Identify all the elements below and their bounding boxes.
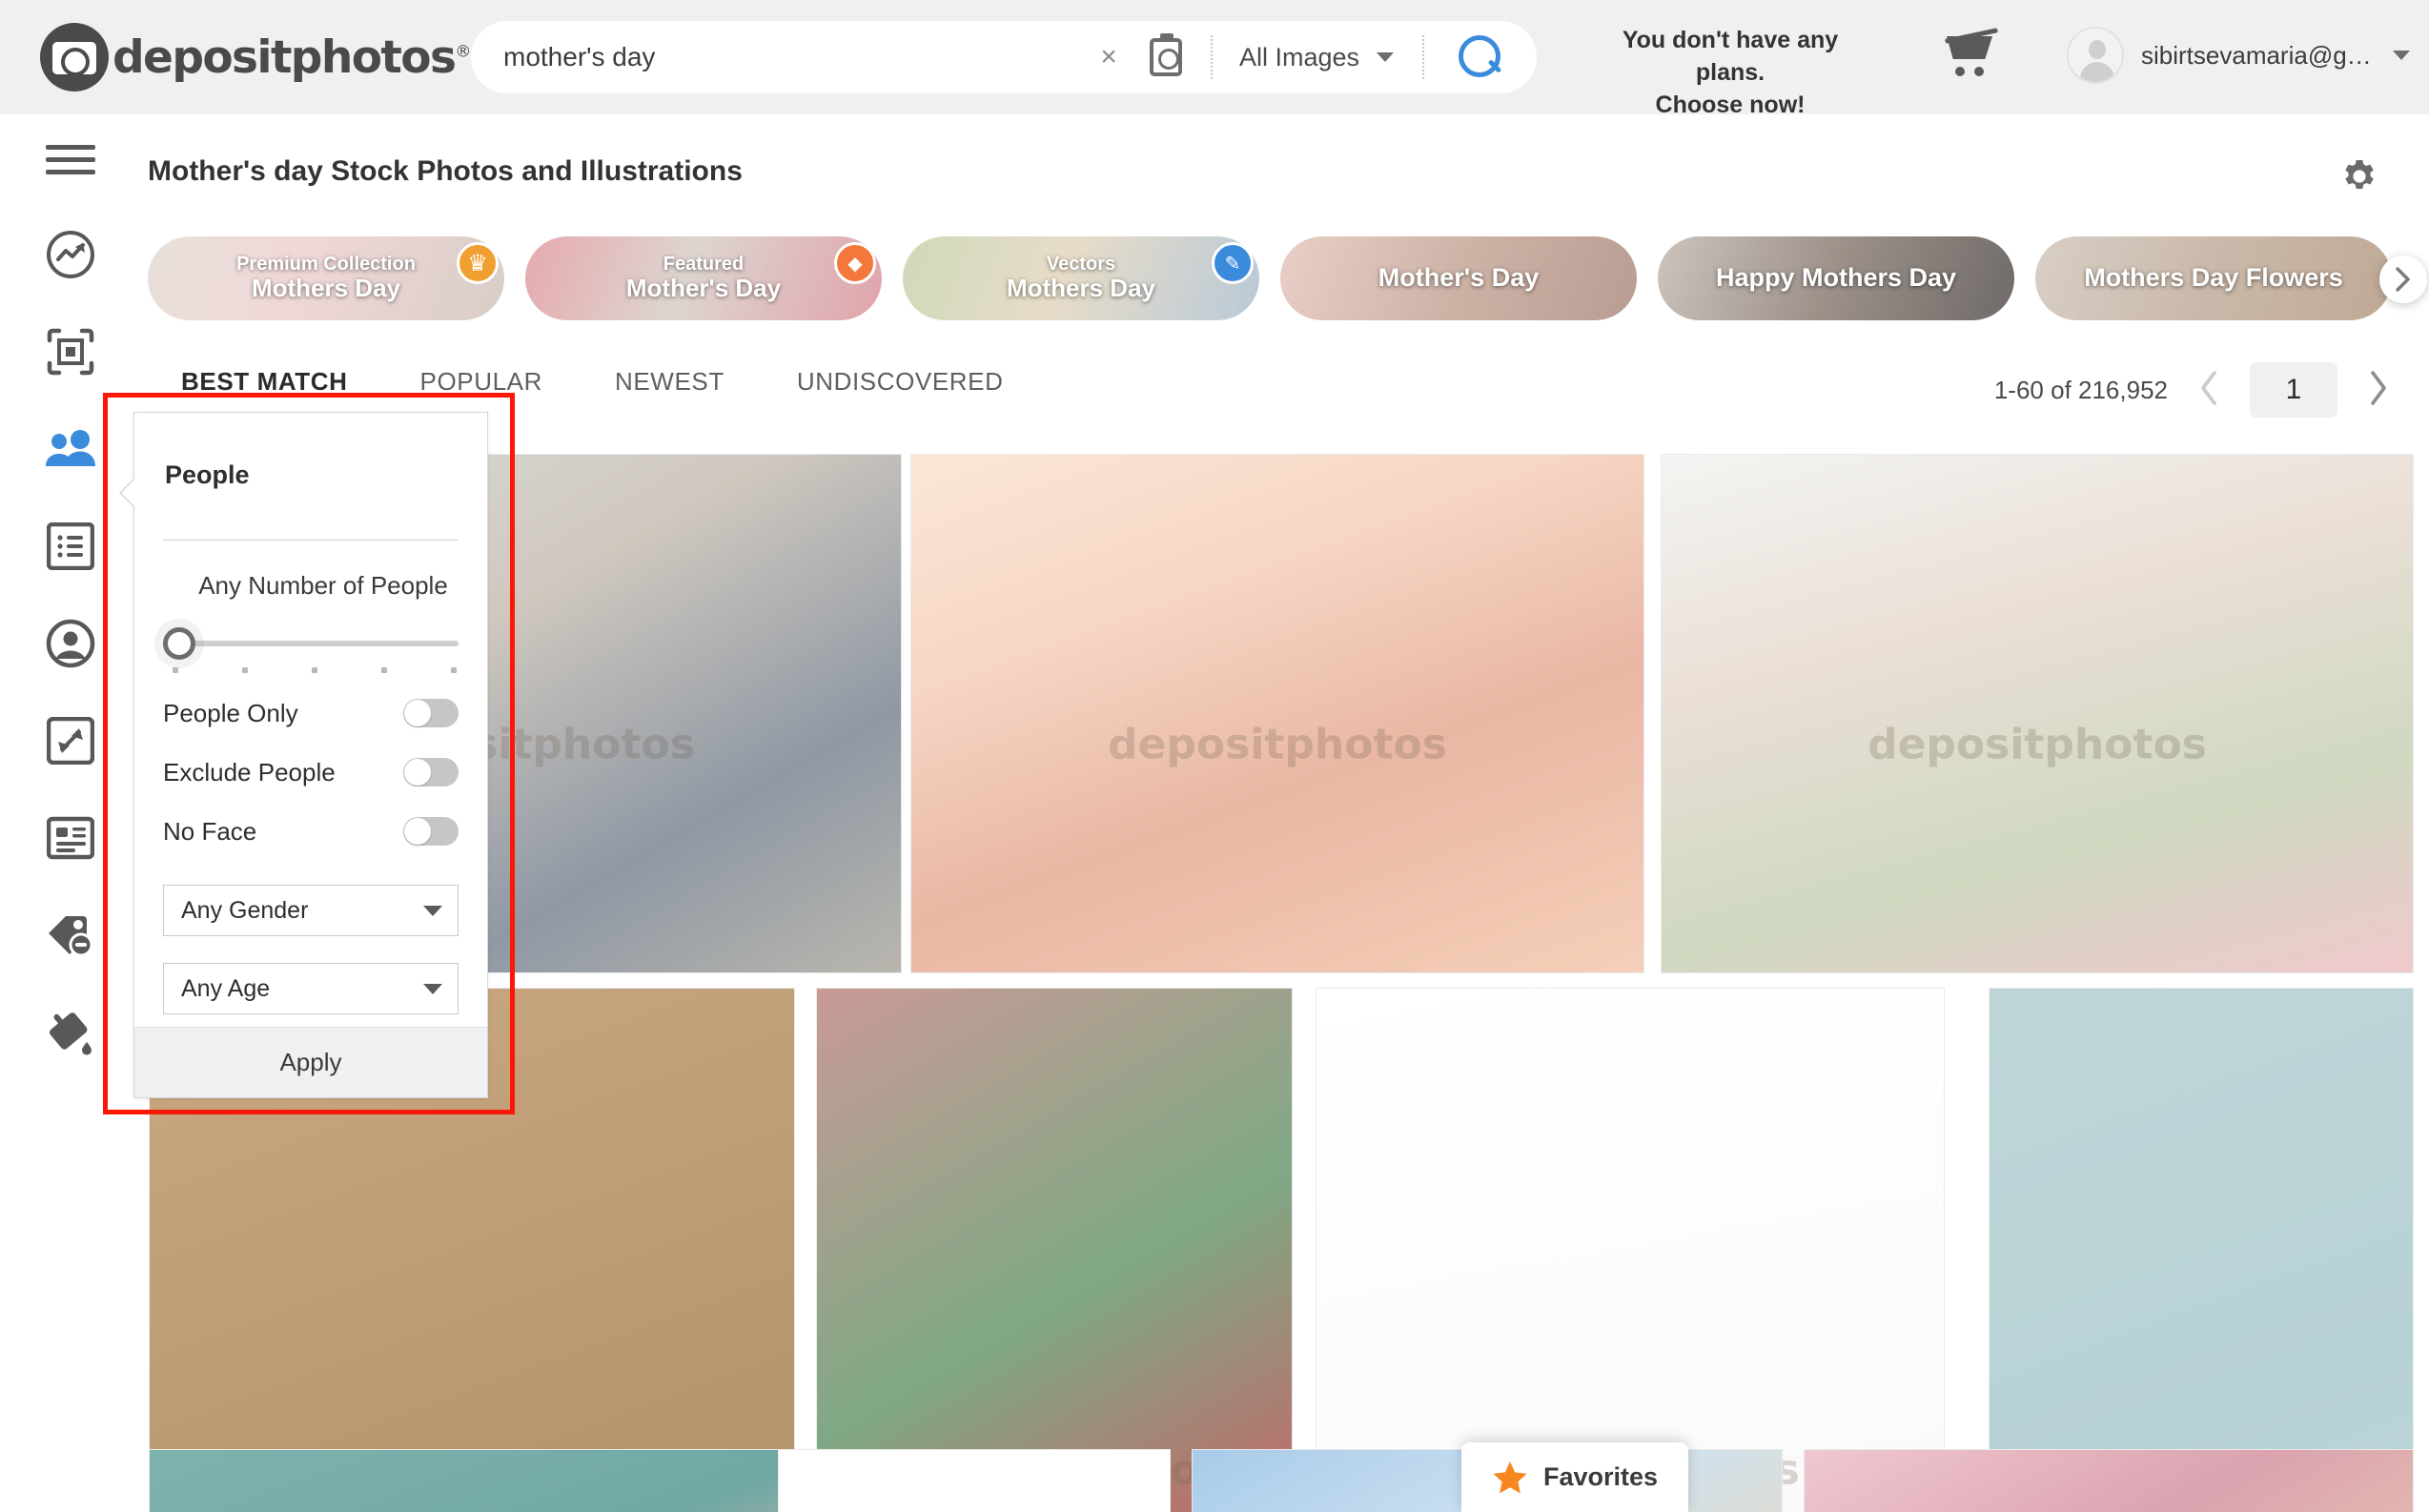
toggle-label: Exclude People	[163, 757, 336, 787]
no-face-toggle[interactable]	[403, 817, 459, 846]
search-bar: × All Images	[471, 21, 1537, 93]
cart-icon[interactable]	[1945, 28, 2002, 78]
panel-title: People	[165, 460, 250, 489]
chevron-down-icon	[1377, 52, 1394, 62]
clear-search-icon[interactable]: ×	[1100, 41, 1117, 73]
gender-select-value: Any Gender	[181, 896, 309, 924]
slider-handle[interactable]	[163, 627, 195, 660]
page-title: Mother's day Stock Photos and Illustrati…	[148, 155, 743, 187]
watermark: depositphotos	[1108, 720, 1447, 769]
gear-icon[interactable]	[2340, 157, 2378, 200]
watermark: depositphotos	[1868, 720, 2207, 769]
divider	[163, 540, 459, 541]
search-input[interactable]	[503, 42, 1037, 72]
sidebar-item-composition[interactable]	[0, 303, 141, 400]
registered-mark: ®	[455, 41, 471, 61]
result-thumbnail[interactable]	[778, 1449, 1171, 1512]
toggle-label: No Face	[163, 816, 257, 846]
prev-page-button[interactable]	[2193, 369, 2225, 412]
brand-logo[interactable]: depositphotos®	[40, 23, 471, 92]
camera-search-icon[interactable]	[1149, 33, 1182, 76]
collection-chip[interactable]: Featured Mother's Day ◆	[525, 236, 882, 320]
toggle-row-exclude-people: Exclude People	[163, 738, 459, 797]
diamond-icon: ◆	[834, 242, 876, 284]
result-thumbnail[interactable]: depositphotos	[816, 988, 1293, 1512]
crown-icon: ♛	[457, 242, 499, 284]
divider	[1210, 35, 1213, 79]
chip-subtitle: Featured	[663, 253, 745, 275]
sort-tabs: BEST MATCH POPULAR NEWEST UNDISCOVERED	[181, 367, 1004, 397]
chip-subtitle: Vectors	[1046, 253, 1116, 275]
plans-promo[interactable]: You don't have any plans. Choose now!	[1587, 25, 1873, 121]
results-count: 1-60 of 216,952	[1993, 375, 2168, 404]
pen-icon: ✎	[1212, 242, 1254, 284]
people-count-label: Any Number of People	[198, 571, 448, 600]
plans-line-2: Choose now!	[1655, 91, 1806, 118]
avatar	[2067, 27, 2124, 84]
chip-title: Mothers Day Flowers	[2084, 263, 2343, 293]
plans-line-1: You don't have any plans.	[1622, 27, 1839, 86]
search-button[interactable]	[1459, 35, 1502, 79]
chips-next-button[interactable]	[2379, 255, 2427, 303]
collection-chip[interactable]: Happy Mothers Day	[1658, 236, 2014, 320]
tab-undiscovered[interactable]: UNDISCOVERED	[797, 367, 1004, 397]
brand-name: depositphotos®	[112, 31, 471, 84]
slider-track	[171, 641, 459, 646]
chevron-down-icon	[423, 983, 442, 994]
collection-chip[interactable]: Mother's Day	[1280, 236, 1637, 320]
tab-newest[interactable]: NEWEST	[615, 367, 725, 397]
people-filter-panel: People Any Number of People People Only …	[119, 412, 488, 1098]
chip-title: Mother's Day	[1378, 263, 1540, 293]
chevron-down-icon	[423, 905, 442, 916]
toggle-row-people-only: People Only	[163, 679, 459, 738]
collection-chip[interactable]: Vectors Mothers Day ✎	[903, 236, 1259, 320]
favorites-label: Favorites	[1542, 1462, 1659, 1491]
current-page[interactable]: 1	[2250, 362, 2337, 418]
people-count-slider[interactable]	[163, 627, 459, 679]
collection-chip[interactable]: Mothers Day Flowers	[2035, 236, 2392, 320]
apply-button[interactable]: Apply	[134, 1027, 487, 1097]
collection-chip[interactable]: Premium Collection Mothers Day ♛	[148, 236, 504, 320]
pagination: 1-60 of 216,952 1	[1994, 362, 2395, 418]
hamburger-menu-icon[interactable]	[0, 114, 141, 206]
tab-best-match[interactable]: BEST MATCH	[181, 367, 348, 397]
toggle-label: People Only	[163, 698, 298, 727]
result-thumbnail[interactable]: depositphotos	[910, 454, 1644, 973]
chevron-down-icon	[2392, 51, 2410, 60]
divider	[1422, 35, 1424, 79]
result-thumbnail[interactable]: depositphotos	[1661, 454, 2414, 973]
tab-popular[interactable]: POPULAR	[420, 367, 542, 397]
image-type-value: All Images	[1238, 42, 1359, 72]
slider-ticks	[173, 667, 457, 673]
gender-select[interactable]: Any Gender	[163, 885, 459, 936]
people-only-toggle[interactable]	[403, 699, 459, 727]
result-thumbnail[interactable]: depositphotos	[1989, 988, 2414, 1512]
sidebar-item-trending[interactable]	[0, 206, 141, 303]
account-email: sibirtsevamaria@g…	[2141, 40, 2372, 70]
result-thumbnail[interactable]	[149, 1449, 795, 1512]
next-page-button[interactable]	[2362, 369, 2395, 412]
chip-subtitle: Premium Collection	[236, 253, 416, 275]
favorites-button[interactable]: Favorites	[1461, 1442, 1688, 1512]
top-navigation-bar: depositphotos® × All Images You don't ha…	[0, 0, 2429, 118]
age-select-value: Any Age	[181, 974, 271, 1002]
chip-title: Mothers Day	[251, 273, 401, 302]
chip-title: Mother's Day	[625, 273, 782, 302]
exclude-people-toggle[interactable]	[403, 758, 459, 787]
chip-title: Happy Mothers Day	[1715, 263, 1957, 293]
result-thumbnail[interactable]	[1804, 1449, 2414, 1512]
camera-logo-icon	[40, 23, 109, 92]
panel-pointer	[119, 478, 134, 508]
toggle-row-no-face: No Face	[163, 797, 459, 856]
star-icon	[1493, 1461, 1527, 1493]
collection-chips: Premium Collection Mothers Day ♛ Feature…	[148, 236, 2429, 320]
account-menu[interactable]: sibirtsevamaria@g…	[2067, 27, 2410, 84]
result-thumbnail[interactable]: depositphotos	[1316, 988, 1945, 1512]
image-type-select[interactable]: All Images	[1239, 43, 1394, 72]
chip-title: Mothers Day	[1006, 273, 1156, 302]
age-select[interactable]: Any Age	[163, 963, 459, 1014]
